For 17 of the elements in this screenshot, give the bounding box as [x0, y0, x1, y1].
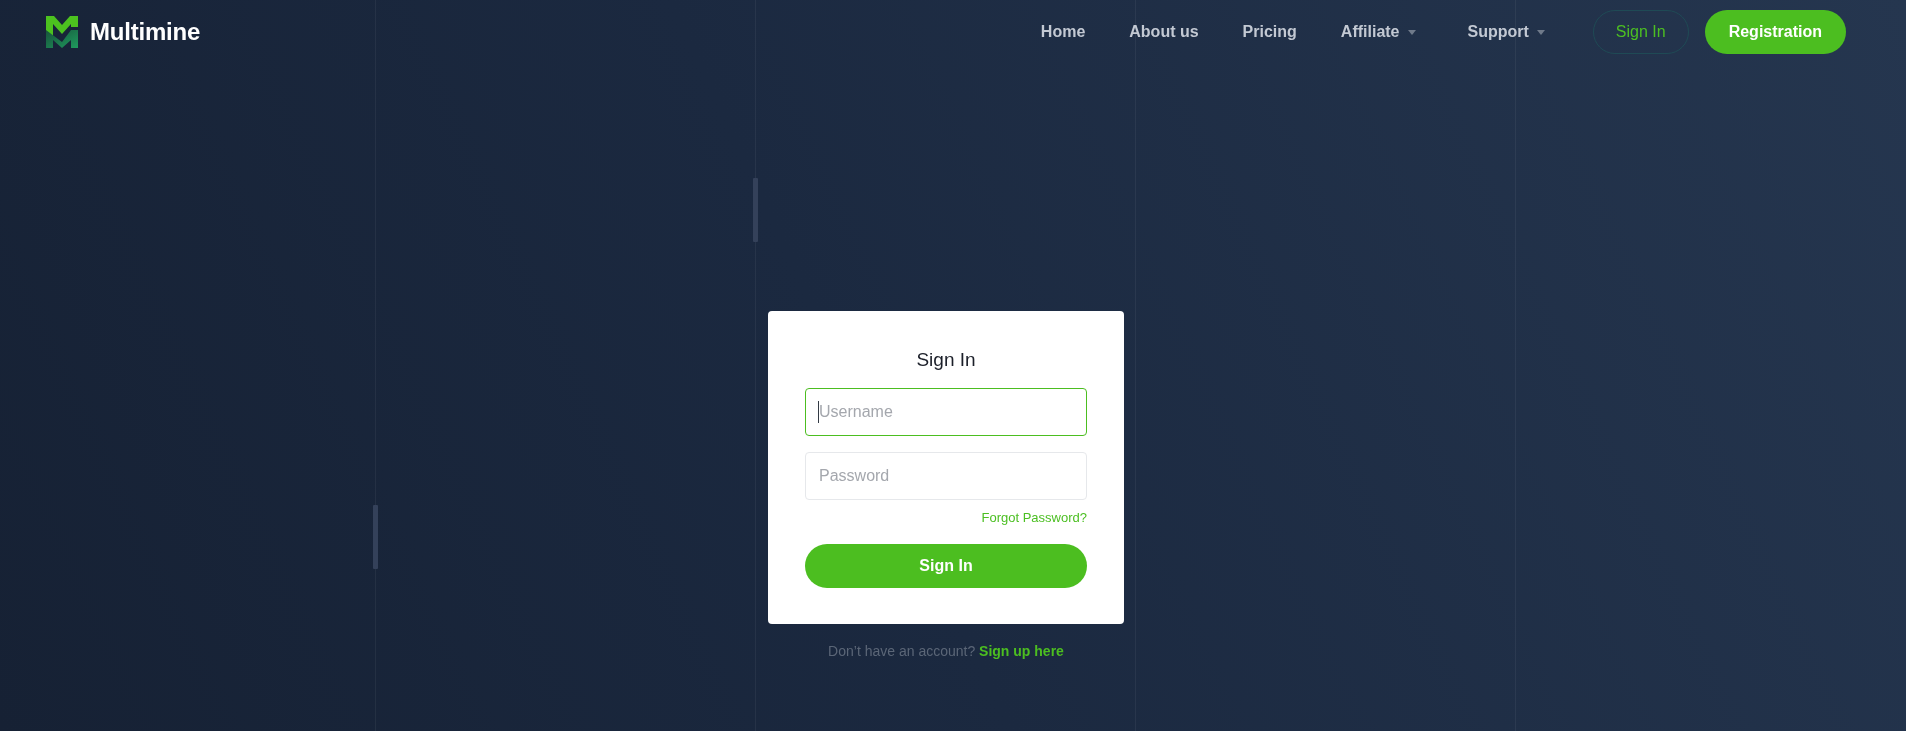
- light-streak-icon: [373, 505, 378, 569]
- nav-link[interactable]: Pricing: [1242, 23, 1297, 41]
- nav-link[interactable]: About us: [1129, 23, 1199, 41]
- password-field[interactable]: Password: [805, 452, 1087, 500]
- nav-dropdown-link[interactable]: Affiliate: [1340, 23, 1424, 41]
- nav-link[interactable]: Home: [1040, 23, 1086, 41]
- card-title: Sign In: [915, 348, 977, 372]
- light-streak-icon: [753, 178, 758, 242]
- caret-icon: [1536, 29, 1545, 35]
- caret-icon: [1407, 29, 1416, 35]
- logo-icon[interactable]: [46, 16, 78, 48]
- logo-text[interactable]: Multimine: [90, 18, 201, 46]
- sign-up-link[interactable]: Sign up here: [979, 643, 1064, 659]
- text-cursor-icon: [818, 401, 819, 423]
- nav-dropdown-link[interactable]: Support: [1467, 23, 1553, 41]
- signup-prompt: Don’t have an account? Sign up here: [828, 642, 1064, 660]
- username-field[interactable]: Username: [805, 388, 1087, 436]
